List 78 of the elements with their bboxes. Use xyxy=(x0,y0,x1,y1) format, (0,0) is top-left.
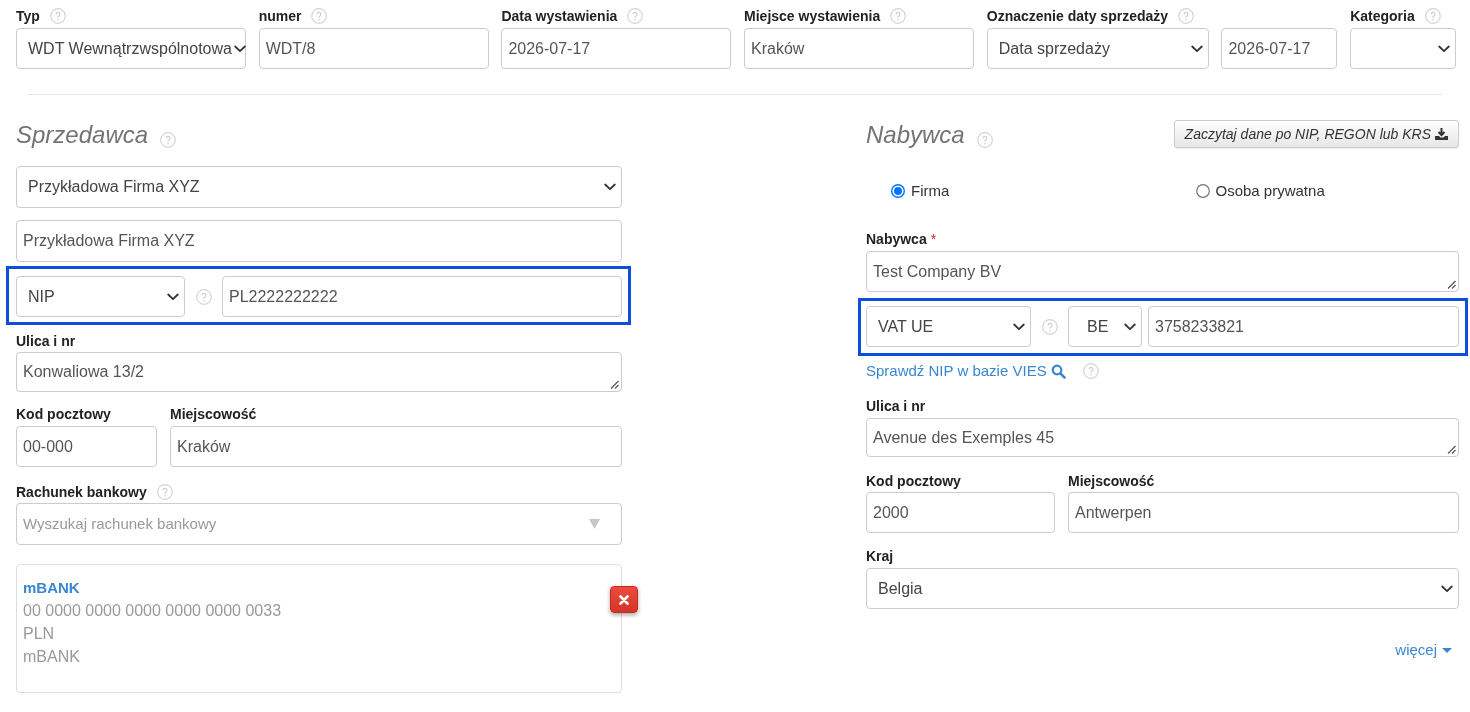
postal-code-field[interactable]: 2000 xyxy=(866,492,1055,533)
street-field[interactable]: Avenue des Exemples 45 xyxy=(866,418,1459,457)
company-select[interactable]: Przykładowa Firma XYZ xyxy=(16,166,622,208)
field-label: Miejsce wystawienia xyxy=(744,6,881,26)
chevron-down-icon xyxy=(1441,584,1453,593)
resize-handle-icon xyxy=(1447,445,1456,454)
help-icon[interactable] xyxy=(627,8,644,24)
resize-handle-icon xyxy=(1447,280,1456,289)
field-label: Rachunek bankowy xyxy=(16,482,147,502)
chevron-down-icon xyxy=(167,292,179,301)
help-icon[interactable] xyxy=(976,132,993,148)
help-icon[interactable] xyxy=(890,8,907,24)
field-label: Typ xyxy=(16,6,40,26)
field-label: Nabywca xyxy=(866,229,927,249)
sale-date-type-select[interactable]: Data sprzedaży xyxy=(986,28,1209,69)
lookup-button[interactable]: Zaczytaj dane po NIP, REGON lub KRS xyxy=(1173,120,1459,148)
close-icon xyxy=(619,594,629,605)
bank-name: mBANK xyxy=(23,578,80,598)
help-icon[interactable] xyxy=(1424,8,1441,24)
field-label: Kod pocztowy xyxy=(866,471,961,491)
vat-number-field[interactable]: 3758233821 xyxy=(1148,306,1459,347)
issue-date-field[interactable]: 2026-07-17 xyxy=(501,28,732,69)
caret-down-icon xyxy=(589,519,600,529)
delete-button[interactable] xyxy=(610,586,638,613)
tax-id-type-select[interactable]: NIP xyxy=(16,276,185,317)
field-label: Miejscowość xyxy=(1068,471,1155,491)
section-title: Sprzedawca xyxy=(16,120,149,150)
field-label: Ulica i nr xyxy=(866,396,926,416)
city-field[interactable]: Antwerpen xyxy=(1068,492,1459,533)
resize-handle-icon xyxy=(610,380,619,389)
city-field[interactable]: Kraków xyxy=(170,426,622,467)
country-select[interactable]: Belgia xyxy=(866,568,1459,609)
download-icon xyxy=(1435,128,1448,140)
field-label: Data wystawienia xyxy=(501,6,618,26)
caret-down-icon xyxy=(1442,647,1452,653)
sale-date-field[interactable]: 2026-07-17 xyxy=(1221,28,1338,69)
help-icon[interactable] xyxy=(49,8,66,24)
help-icon[interactable] xyxy=(1082,363,1099,379)
chevron-down-icon xyxy=(604,183,616,191)
chevron-down-icon xyxy=(1124,322,1136,331)
category-select[interactable] xyxy=(1350,28,1457,69)
radio-option[interactable]: Firma xyxy=(891,180,950,203)
number-field[interactable]: WDT/8 xyxy=(258,28,489,69)
account-number: 00 0000 0000 0000 0000 0000 0033 xyxy=(23,601,282,621)
field-label: Kod pocztowy xyxy=(16,404,111,424)
help-icon[interactable] xyxy=(195,288,212,305)
required-mark: * xyxy=(930,229,937,249)
help-icon[interactable] xyxy=(311,8,328,24)
help-icon[interactable] xyxy=(156,484,173,500)
street-field[interactable]: Konwaliowa 13/2 xyxy=(16,352,622,392)
country-code-select[interactable]: BE xyxy=(1068,306,1142,347)
chevron-down-icon xyxy=(1438,44,1451,53)
invoice-type-select[interactable]: WDT Wewnątrzwspólnotowa xyxy=(16,28,246,69)
field-label: Ulica i nr xyxy=(16,331,76,351)
help-icon[interactable] xyxy=(1041,318,1058,335)
company-name-field[interactable]: Przykładowa Firma XYZ xyxy=(16,220,622,262)
field-label: numer xyxy=(258,6,302,26)
section-title: Nabywca xyxy=(866,120,965,150)
field-label: Miejscowość xyxy=(170,404,257,424)
buyer-name-field[interactable]: Test Company BV xyxy=(866,251,1459,292)
more-link[interactable]: więcej xyxy=(1395,640,1452,660)
search-icon xyxy=(1050,363,1066,379)
postal-code-field[interactable]: 00-000 xyxy=(16,426,157,467)
field-label: Kraj xyxy=(866,546,894,566)
help-icon[interactable] xyxy=(1178,8,1195,24)
field-label: Oznaczenie daty sprzedaży xyxy=(986,6,1169,26)
field-label: Kategoria xyxy=(1350,6,1415,26)
tax-id-type-select[interactable]: VAT UE xyxy=(866,306,1031,347)
account-currency: PLN xyxy=(23,624,55,644)
account-name: mBANK xyxy=(23,647,80,667)
help-icon[interactable] xyxy=(160,132,177,148)
chevron-down-icon xyxy=(1190,44,1203,53)
tax-id-field[interactable]: PL2222222222 xyxy=(222,276,622,317)
vies-link[interactable]: Sprawdź NIP w bazie VIES xyxy=(866,359,1066,383)
radio-option[interactable]: Osoba prywatna xyxy=(1195,180,1325,203)
chevron-down-icon xyxy=(233,44,246,53)
issue-place-field[interactable]: Kraków xyxy=(744,28,975,69)
chevron-down-icon xyxy=(1013,322,1025,331)
